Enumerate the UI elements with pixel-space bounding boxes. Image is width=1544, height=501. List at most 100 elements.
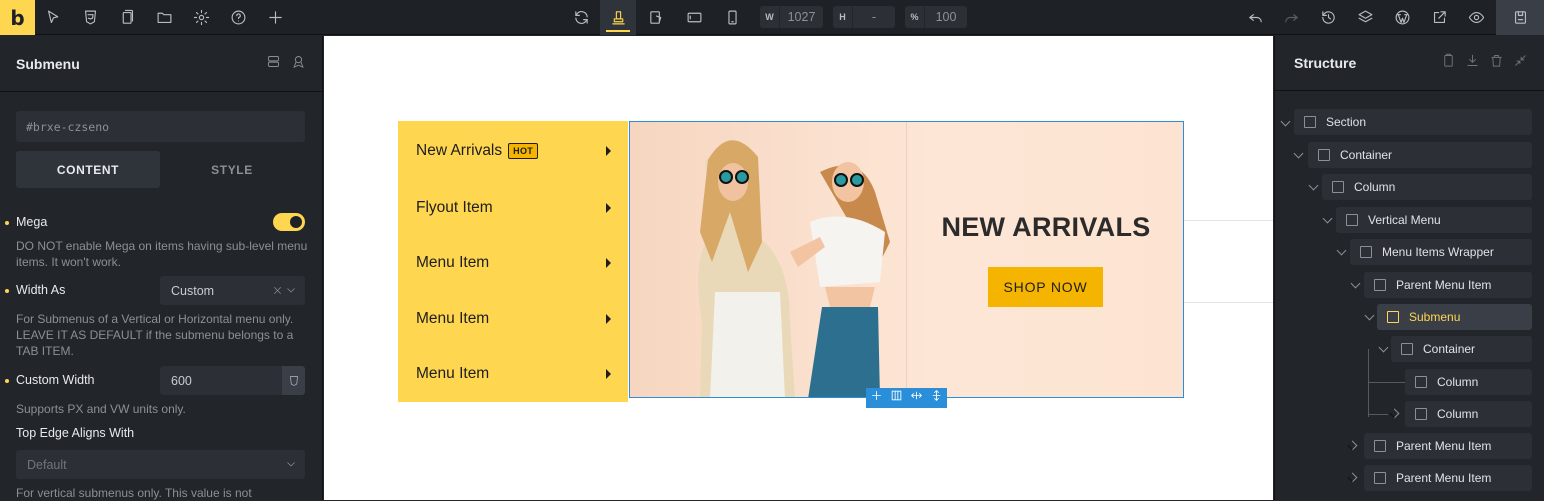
clear-icon[interactable] <box>272 285 283 296</box>
chevron-down-icon[interactable] <box>1280 116 1291 127</box>
clipboard-icon[interactable] <box>1441 53 1456 73</box>
chevron-down-icon[interactable] <box>1350 278 1361 289</box>
chevron-right-icon[interactable] <box>1389 408 1400 419</box>
add-icon[interactable] <box>870 389 883 407</box>
pages-icon[interactable] <box>109 0 145 35</box>
preview-eye-icon[interactable] <box>1458 0 1494 35</box>
scale-field[interactable]: % 100 <box>905 6 967 28</box>
chevron-right-icon[interactable] <box>1347 472 1358 483</box>
folder-icon[interactable] <box>146 0 182 35</box>
height-label: H <box>833 6 853 28</box>
tree-item-parent-menu-item[interactable]: Parent Menu Item <box>1364 465 1532 491</box>
save-icon[interactable] <box>1496 0 1544 35</box>
width-as-select[interactable]: Custom <box>160 276 305 305</box>
tree-item-parent-menu-item[interactable]: Parent Menu Item <box>1364 272 1532 298</box>
tab-content[interactable]: CONTENT <box>16 151 160 188</box>
chevron-down-icon[interactable] <box>1308 180 1319 191</box>
layers-icon[interactable] <box>1347 0 1383 35</box>
custom-width-input[interactable]: 600 <box>160 366 282 395</box>
tree-item-label: Submenu <box>1409 310 1461 324</box>
css-id-field[interactable]: #brxe-czseno <box>16 111 305 142</box>
container-icon <box>1318 149 1330 161</box>
resize-vertical-icon[interactable] <box>930 389 943 407</box>
help-icon[interactable] <box>220 0 256 35</box>
desktop-preview-icon[interactable] <box>600 0 636 35</box>
redo-icon[interactable] <box>1273 0 1309 35</box>
tree-item-submenu[interactable]: Submenu <box>1377 304 1532 330</box>
menu-item[interactable]: Menu Item <box>416 359 611 389</box>
chevron-right-icon[interactable] <box>1347 440 1358 451</box>
external-link-icon[interactable] <box>1421 0 1457 35</box>
mobile-icon[interactable] <box>714 0 750 35</box>
chevron-down-icon[interactable] <box>1336 245 1347 256</box>
menu-item[interactable]: Menu Item <box>416 248 611 278</box>
shop-now-button[interactable]: SHOP NOW <box>988 267 1103 307</box>
bricks-logo[interactable]: b <box>0 0 35 35</box>
height-value[interactable]: - <box>853 10 895 24</box>
menu-item[interactable]: Menu Item <box>416 304 611 334</box>
width-value[interactable]: 1027 <box>780 10 823 24</box>
cursor-icon[interactable] <box>35 0 71 35</box>
panel-title: Submenu <box>16 55 80 72</box>
pin-icon[interactable] <box>291 54 306 74</box>
chevron-down-icon[interactable] <box>1364 310 1375 321</box>
refresh-icon[interactable] <box>563 0 599 35</box>
tree-item-container[interactable]: Container <box>1308 142 1532 168</box>
settings-icon[interactable] <box>183 0 219 35</box>
tablet-icon[interactable] <box>676 0 712 35</box>
mega-description: DO NOT enable Mega on items having sub-l… <box>16 239 308 269</box>
vertical-menu[interactable]: New Arrivals HOT Flyout Item Menu Item M… <box>398 121 628 402</box>
undo-icon[interactable] <box>1237 0 1273 35</box>
column-icon <box>1415 376 1427 388</box>
container-icon <box>1401 343 1413 355</box>
width-as-value: Custom <box>171 283 215 298</box>
width-field[interactable]: W 1027 <box>760 6 823 28</box>
tree-item-container[interactable]: Container <box>1391 336 1532 362</box>
mega-toggle[interactable] <box>273 213 305 231</box>
chevron-down-icon[interactable] <box>1293 148 1304 159</box>
css3-icon[interactable] <box>72 0 108 35</box>
column-icon <box>1415 408 1427 420</box>
menu-item-new-arrivals[interactable]: New Arrivals HOT <box>416 136 611 166</box>
tree-item-menu-items-wrapper[interactable]: Menu Items Wrapper <box>1350 239 1532 265</box>
menu-item-flyout[interactable]: Flyout Item <box>416 193 611 223</box>
download-icon[interactable] <box>1465 53 1480 73</box>
tree-item-column[interactable]: Column <box>1405 401 1532 427</box>
scale-value[interactable]: 100 <box>925 10 967 24</box>
builder-canvas[interactable]: New Arrivals HOT Flyout Item Menu Item M… <box>324 36 1273 500</box>
tablet-landscape-icon[interactable] <box>638 0 674 35</box>
plus-icon[interactable] <box>257 0 293 35</box>
caret-right-icon <box>606 369 611 379</box>
tree-item-label: Section <box>1326 115 1367 129</box>
width-as-label: Width As <box>16 283 66 297</box>
tree-item-label: Column <box>1437 375 1479 389</box>
caret-right-icon <box>606 314 611 324</box>
resize-horizontal-icon[interactable] <box>910 389 923 407</box>
menu-item-label: Menu Item <box>416 365 490 382</box>
element-classes-icon[interactable] <box>266 54 281 74</box>
caret-right-icon <box>606 203 611 213</box>
chevron-down-icon[interactable] <box>1322 213 1333 224</box>
tree-item-parent-menu-item[interactable]: Parent Menu Item <box>1364 433 1532 459</box>
tree-item-vertical-menu[interactable]: Vertical Menu <box>1336 207 1532 233</box>
changed-indicator <box>5 289 9 293</box>
tab-style[interactable]: STYLE <box>160 151 304 188</box>
css3-icon[interactable] <box>282 366 305 395</box>
top-edge-select[interactable]: Default <box>16 450 305 479</box>
collapse-icon[interactable] <box>1513 53 1528 73</box>
top-edge-placeholder: Default <box>27 457 67 472</box>
history-icon[interactable] <box>1310 0 1346 35</box>
changed-indicator <box>5 221 9 225</box>
hot-badge: HOT <box>508 143 539 159</box>
structure-title: Structure <box>1294 55 1357 71</box>
wordpress-icon[interactable] <box>1384 0 1420 35</box>
height-field[interactable]: H - <box>833 6 895 28</box>
columns-icon[interactable] <box>890 389 903 407</box>
chevron-down-icon[interactable] <box>1378 342 1389 353</box>
submenu-banner[interactable]: NEW ARRIVALS SHOP NOW <box>629 121 1184 398</box>
tree-item-column[interactable]: Column <box>1405 369 1532 395</box>
tree-item-column[interactable]: Column <box>1322 174 1532 200</box>
element-actions-toolbar <box>866 388 947 408</box>
tree-item-section[interactable]: Section <box>1294 109 1532 135</box>
trash-icon[interactable] <box>1489 53 1504 73</box>
